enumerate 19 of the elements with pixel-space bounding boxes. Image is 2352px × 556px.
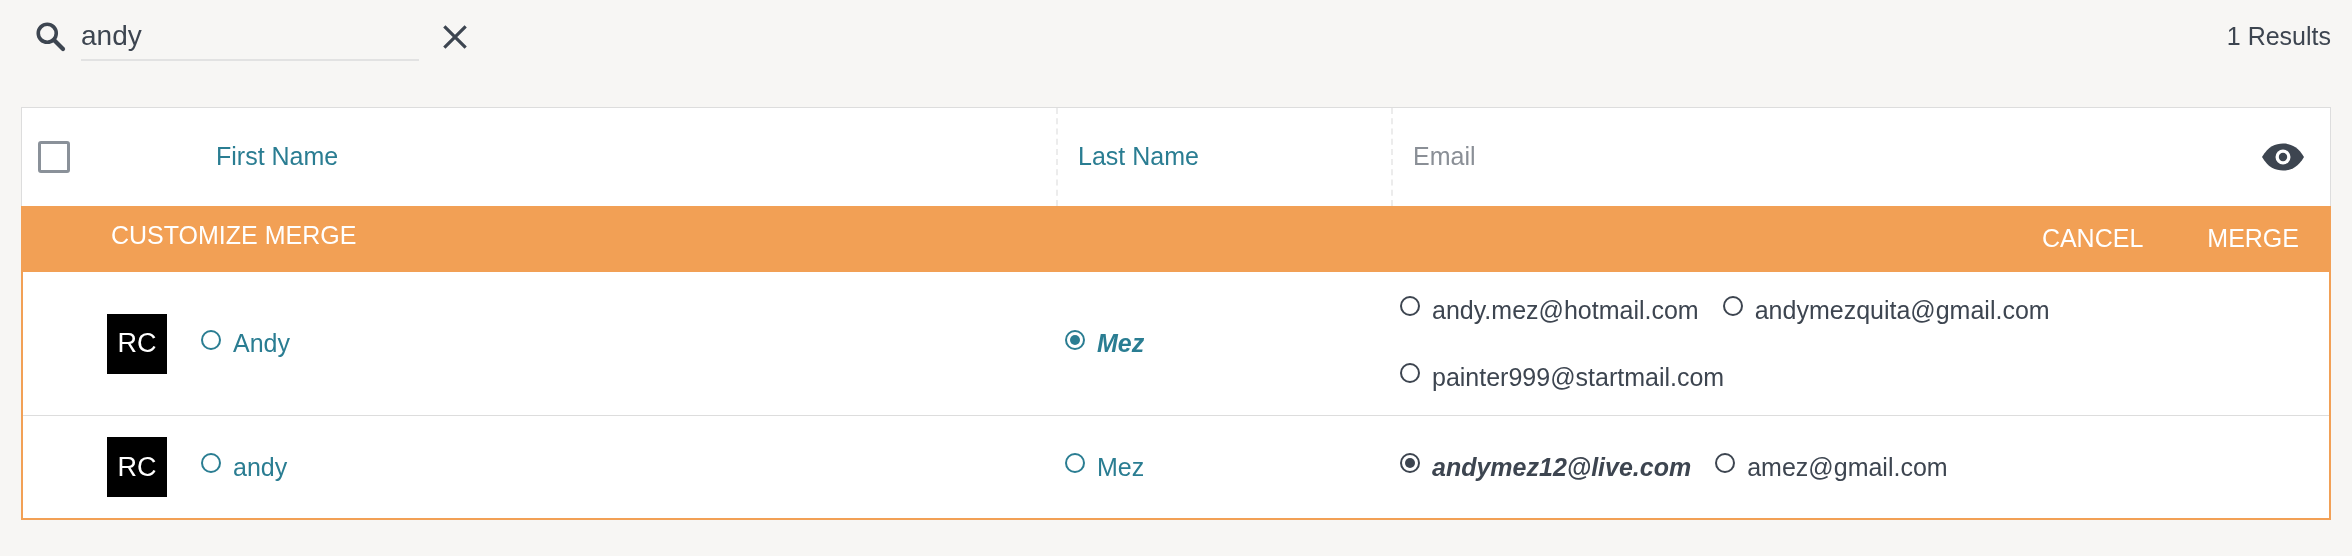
- radio-option[interactable]: painter999@startmail.com: [1400, 364, 1725, 390]
- radio-option[interactable]: Mez: [1065, 331, 1145, 356]
- radio-option[interactable]: Andy: [201, 331, 290, 356]
- radio-option[interactable]: andymezquita@gmail.com: [1722, 297, 2050, 323]
- column-header[interactable]: First Name: [216, 138, 339, 176]
- radio-option[interactable]: andy.mez@hotmail.com: [1400, 297, 1699, 323]
- column-header[interactable]: Email: [1413, 138, 1476, 176]
- radio-option[interactable]: Mez: [1065, 454, 1145, 480]
- merge-bar-title: CUSTOMIZE MERGE: [111, 220, 357, 252]
- radio-option[interactable]: andy: [201, 454, 288, 480]
- radio-option[interactable]: amez@gmail.com: [1715, 454, 1948, 480]
- avatar: RC: [107, 437, 167, 497]
- eye-icon[interactable]: [2260, 142, 2306, 172]
- select-all-checkbox[interactable]: [38, 141, 70, 173]
- radio-option[interactable]: andymez12@live.com: [1400, 454, 1692, 480]
- avatar: RC: [107, 313, 167, 374]
- results-count: 1 Results: [2226, 21, 2331, 53]
- search-field[interactable]: andy: [81, 13, 419, 61]
- column-header[interactable]: Last Name: [1078, 138, 1199, 176]
